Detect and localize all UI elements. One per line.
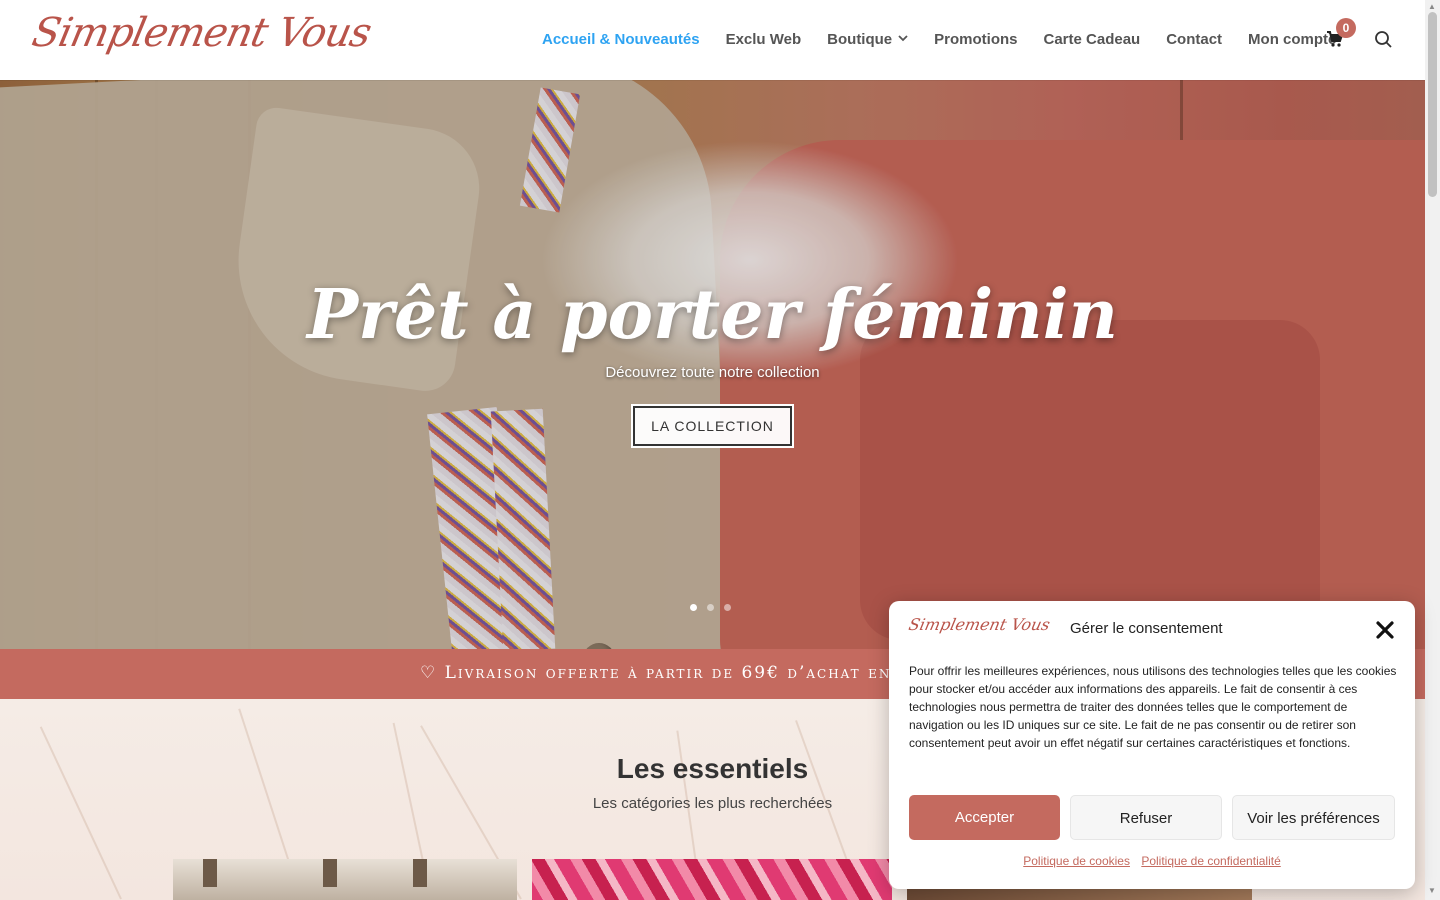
nav-item-boutique-label: Boutique — [827, 31, 893, 48]
slider-dot-2[interactable] — [707, 604, 714, 611]
consent-body: Pour offrir les meilleures expériences, … — [909, 664, 1397, 750]
nav-item-exclu-web[interactable]: Exclu Web — [726, 31, 802, 48]
hero-slider: Prêt à porter féminin Découvrez toute no… — [0, 80, 1425, 649]
consent-links: Politique de cookies Politique de confid… — [889, 854, 1415, 868]
scroll-up-arrow-icon[interactable]: ▲ — [1428, 2, 1436, 11]
search-icon[interactable] — [1374, 30, 1394, 50]
preferences-button[interactable]: Voir les préférences — [1232, 795, 1395, 840]
category-image-detail — [203, 859, 217, 887]
site-logo[interactable]: Simplement Vous — [28, 10, 375, 56]
nav-item-boutique[interactable]: Boutique — [827, 31, 908, 48]
refuse-button[interactable]: Refuser — [1070, 795, 1222, 840]
cookie-consent-modal: Simplement Vous Gérer le consentement Po… — [889, 601, 1415, 889]
shipping-banner-text: ♡ Livraison offerte à partir de 69€ d’ac… — [420, 663, 890, 683]
category-card-1[interactable] — [173, 859, 517, 900]
accept-button[interactable]: Accepter — [909, 795, 1060, 840]
main-nav: Accueil & Nouveautés Exclu Web Boutique … — [542, 31, 1362, 48]
category-card-2[interactable] — [532, 859, 892, 900]
close-icon[interactable] — [1373, 618, 1397, 642]
cart-count-badge: 0 — [1336, 18, 1356, 38]
category-image-detail — [413, 859, 427, 887]
hero-subtitle: Découvrez toute notre collection — [605, 364, 820, 381]
hero-title: Prêt à porter féminin — [307, 275, 1118, 355]
consent-title: Gérer le consentement — [1070, 620, 1223, 637]
slider-dot-3[interactable] — [724, 604, 731, 611]
privacy-policy-link[interactable]: Politique de confidentialité — [1141, 854, 1280, 868]
page-scrollbar[interactable]: ▲ ▼ — [1425, 0, 1440, 900]
slider-pagination — [690, 604, 731, 611]
nav-item-mon-compte[interactable]: Mon compte — [1248, 31, 1336, 48]
scrollbar-thumb[interactable] — [1428, 12, 1437, 197]
collection-button[interactable]: LA COLLECTION — [631, 404, 794, 448]
nav-item-contact[interactable]: Contact — [1166, 31, 1222, 48]
consent-logo: Simplement Vous — [906, 615, 1052, 634]
nav-item-accueil[interactable]: Accueil & Nouveautés — [542, 31, 700, 48]
cookie-policy-link[interactable]: Politique de cookies — [1023, 854, 1130, 868]
slider-dot-1[interactable] — [690, 604, 697, 611]
chevron-down-icon — [898, 34, 908, 45]
category-image-detail — [323, 859, 337, 887]
nav-item-carte-cadeau[interactable]: Carte Cadeau — [1044, 31, 1141, 48]
nav-item-promotions[interactable]: Promotions — [934, 31, 1017, 48]
site-header: Simplement Vous Accueil & Nouveautés Exc… — [0, 0, 1425, 80]
scroll-down-arrow-icon[interactable]: ▼ — [1428, 886, 1436, 895]
